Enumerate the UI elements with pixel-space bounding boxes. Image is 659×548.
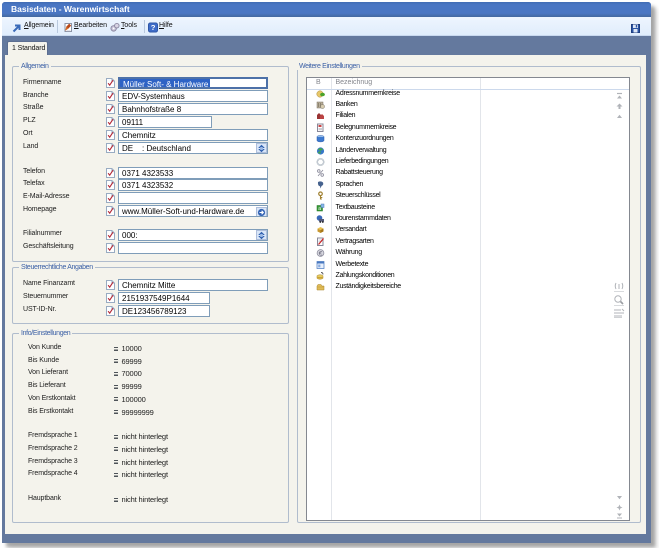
svg-text:€: € xyxy=(319,250,323,257)
svg-text:?: ? xyxy=(151,23,156,32)
